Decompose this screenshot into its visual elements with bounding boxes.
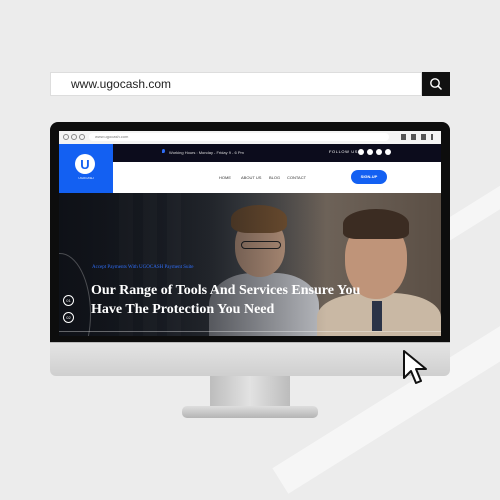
logo-letter: U: [80, 157, 90, 172]
site-logo[interactable]: U UGOCASH: [59, 144, 113, 193]
hero-section: Accept Payments With UGOCASH Payment Sui…: [59, 193, 441, 336]
bookmark-icon[interactable]: [411, 134, 416, 140]
slide-pager-2[interactable]: 02: [63, 312, 74, 323]
back-icon[interactable]: [63, 134, 69, 140]
nav-blog[interactable]: BLOG: [269, 175, 280, 180]
hero-title: Our Range of Tools And Services Ensure Y…: [91, 283, 361, 317]
hero-tagline: Accept Payments With UGOCASH Payment Sui…: [92, 265, 194, 270]
search-input-text: www.ugocash.com: [71, 77, 172, 91]
hero-divider: [59, 331, 441, 332]
slide-pager-1[interactable]: 01: [63, 295, 74, 306]
search-icon: [430, 78, 443, 91]
search-button[interactable]: [422, 72, 450, 96]
instagram-icon[interactable]: [376, 149, 382, 155]
reload-icon[interactable]: [79, 134, 85, 140]
nav-home[interactable]: HOME: [219, 175, 231, 180]
site-topbar: Working Hours : Monday - Friday 9 - 6 Pm…: [59, 144, 441, 162]
signup-button[interactable]: SIGN-UP: [351, 170, 387, 184]
monitor-screen: www.ugocash.com Working Hours : Monday -…: [59, 131, 441, 336]
browser-address-bar[interactable]: www.ugocash.com: [89, 133, 389, 141]
follow-us-label: FOLLOW US: [329, 149, 358, 154]
monitor-stand-base: [182, 406, 318, 418]
download-icon[interactable]: [421, 134, 426, 140]
mouse-cursor-icon: [403, 350, 427, 384]
location-pin-icon: [162, 149, 165, 153]
menu-icon[interactable]: [431, 134, 433, 140]
search-input[interactable]: www.ugocash.com: [50, 72, 422, 96]
logo-mark: U: [75, 154, 95, 174]
facebook-icon[interactable]: [358, 149, 364, 155]
linkedin-icon[interactable]: [385, 149, 391, 155]
extension-icon[interactable]: [401, 134, 406, 140]
logo-label: UGOCASH: [78, 176, 94, 180]
working-hours: Working Hours : Monday - Friday 9 - 6 Pm: [169, 150, 244, 155]
forward-icon[interactable]: [71, 134, 77, 140]
nav-about-us[interactable]: ABOUT US: [241, 175, 261, 180]
twitter-icon[interactable]: [367, 149, 373, 155]
monitor-chin: [50, 342, 450, 376]
nav-contact[interactable]: CONTACT: [287, 175, 306, 180]
main-nav: HOME ABOUT US BLOG CONTACT SIGN-UP: [113, 162, 441, 193]
browser-toolbar: www.ugocash.com: [59, 131, 441, 145]
